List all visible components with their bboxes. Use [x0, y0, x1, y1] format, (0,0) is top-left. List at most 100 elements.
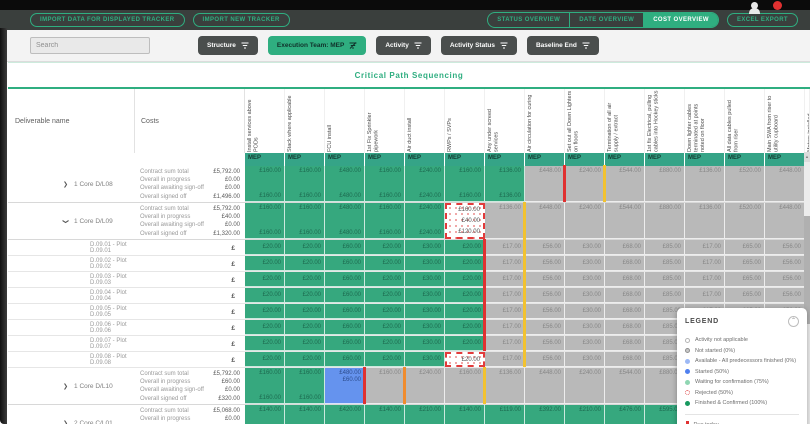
activity-cell-done[interactable]: £20.00 [445, 256, 485, 271]
activity-cell-not[interactable]: £56.00 [765, 256, 805, 271]
activity-cell-not[interactable]: £136.00 [485, 368, 525, 404]
activity-cell-done[interactable]: £30.00 [405, 336, 445, 351]
activity-cell-done[interactable]: £20.00 [365, 304, 405, 319]
activity-cell-done[interactable]: £30.00 [405, 240, 445, 255]
activity-cell-done[interactable]: £210.00 [405, 405, 445, 424]
activity-cell-done[interactable]: £20.00 [365, 272, 405, 287]
activity-cell-done[interactable]: £160.00£160.00 [365, 166, 405, 202]
filter-structure[interactable]: Structure [198, 36, 258, 55]
activity-cell-not[interactable]: £56.00 [525, 304, 565, 319]
activity-cell-not[interactable]: £880.00 [645, 203, 685, 239]
activity-cell-not[interactable]: £56.00 [525, 240, 565, 255]
filter-execution-team-mep[interactable]: Execution Team: MEP [268, 36, 366, 55]
activity-cell-done[interactable]: £136.00£136.00 [485, 166, 525, 202]
expand-chevron-icon[interactable]: ❯ [63, 383, 68, 390]
activity-cell-done[interactable]: £20.00 [445, 320, 485, 335]
activity-cell-not[interactable]: £880.00 [645, 166, 685, 202]
activity-cell-not[interactable]: £17.00 [685, 288, 725, 303]
activity-cell-done[interactable]: £480.00£480.00 [325, 166, 365, 202]
activity-cell-not[interactable]: £68.00 [605, 336, 645, 351]
activity-cell-not[interactable]: £85.00 [645, 256, 685, 271]
activity-cell-done[interactable]: £160.00£160.00 [285, 203, 325, 239]
activity-cell-not[interactable]: £544.00 [605, 166, 645, 202]
activity-cell-done[interactable]: £20.00 [245, 240, 285, 255]
activity-cell-not[interactable]: £68.00 [605, 304, 645, 319]
activity-cell-not[interactable]: £65.00 [725, 288, 765, 303]
activity-cell-done[interactable]: £60.00 [325, 320, 365, 335]
activity-cell-not[interactable]: £30.00 [565, 240, 605, 255]
activity-cell-started[interactable]: £480.00£60.00 [325, 368, 365, 404]
collapse-chevron-icon[interactable]: ❯ [62, 218, 69, 223]
activity-cell-done[interactable]: £20.00 [245, 304, 285, 319]
activity-cell-done[interactable]: £140.00 [365, 405, 405, 424]
activity-cell-not[interactable]: £68.00 [605, 240, 645, 255]
activity-cell-done[interactable]: £480.00£480.00 [325, 203, 365, 239]
activity-cell-done[interactable]: £160.00£160.00 [285, 166, 325, 202]
excel-export-button[interactable]: EXCEL EXPORT [727, 13, 798, 27]
activity-cell-not[interactable]: £160.00 [445, 368, 485, 404]
expand-chevron-icon[interactable]: ❯ [63, 181, 68, 188]
activity-cell-done[interactable]: £60.00 [325, 256, 365, 271]
activity-cell-done[interactable]: £20.00 [285, 256, 325, 271]
view-tab-cost-overview[interactable]: COST OVERVIEW [644, 13, 718, 27]
view-tab-date-overview[interactable]: DATE OVERVIEW [570, 13, 644, 27]
notification-badge[interactable] [773, 1, 782, 10]
scrollbar-thumb[interactable] [804, 216, 810, 324]
activity-cell-not[interactable]: £56.00 [525, 288, 565, 303]
activity-cell-done[interactable]: £20.00 [365, 288, 405, 303]
activity-cell-done[interactable]: £20.00 [285, 272, 325, 287]
activity-cell-done[interactable]: £20.00 [445, 336, 485, 351]
activity-cell-done[interactable]: £20.00 [245, 288, 285, 303]
activity-cell-rejected[interactable]: £20.00 [445, 352, 485, 367]
activity-cell-done[interactable]: £60.00 [325, 352, 365, 367]
activity-cell-done[interactable]: £20.00 [365, 352, 405, 367]
activity-cell-not[interactable]: £30.00 [565, 320, 605, 335]
activity-cell-not[interactable]: £240.00 [565, 203, 605, 239]
activity-cell-done[interactable]: £60.00 [325, 336, 365, 351]
import-new-tracker-button[interactable]: IMPORT NEW TRACKER [193, 13, 290, 27]
activity-cell-done[interactable]: £20.00 [245, 272, 285, 287]
import-displayed-tracker-button[interactable]: IMPORT DATA FOR DISPLAYED TRACKER [30, 13, 185, 27]
activity-cell-not[interactable]: £30.00 [565, 288, 605, 303]
activity-cell-not[interactable]: £136.00 [485, 203, 525, 239]
activity-cell-done[interactable]: £20.00 [285, 352, 325, 367]
activity-cell-done[interactable]: £240.00£240.00 [405, 166, 445, 202]
activity-cell-done[interactable]: £160.00£160.00 [245, 368, 285, 404]
activity-cell-done[interactable]: £119.00 [485, 405, 525, 424]
activity-cell-not[interactable]: £56.00 [765, 240, 805, 255]
activity-cell-not[interactable]: £136.00 [685, 166, 725, 202]
activity-cell-not[interactable]: £30.00 [565, 352, 605, 367]
activity-cell-done[interactable]: £60.00 [325, 272, 365, 287]
activity-cell-not[interactable]: £17.00 [485, 304, 525, 319]
activity-cell-done[interactable]: £20.00 [365, 256, 405, 271]
activity-cell-not[interactable]: £56.00 [765, 288, 805, 303]
filter-baseline-end[interactable]: Baseline End [527, 36, 599, 55]
user-icon[interactable] [751, 2, 758, 9]
activity-cell-done[interactable]: £30.00 [405, 320, 445, 335]
activity-cell-not[interactable]: £65.00 [725, 272, 765, 287]
activity-cell-not[interactable]: £448.00 [525, 368, 565, 404]
activity-cell-not[interactable]: £17.00 [685, 240, 725, 255]
activity-cell-not[interactable]: £17.00 [485, 352, 525, 367]
view-tab-status-overview[interactable]: STATUS OVERVIEW [488, 13, 570, 27]
legend-collapse-button[interactable]: ⌃ [788, 316, 799, 327]
activity-cell-done[interactable]: £20.00 [445, 304, 485, 319]
filter-activity[interactable]: Activity [376, 36, 430, 55]
activity-cell-done[interactable]: £420.00 [325, 405, 365, 424]
activity-cell-not[interactable]: £85.00 [645, 288, 685, 303]
activity-cell-done[interactable]: £140.00 [285, 405, 325, 424]
activity-cell-not[interactable]: £68.00 [605, 352, 645, 367]
activity-cell-done[interactable]: £20.00 [365, 336, 405, 351]
search-input[interactable] [30, 37, 150, 54]
activity-cell-not[interactable]: £17.00 [485, 320, 525, 335]
activity-cell-not[interactable]: £56.00 [525, 320, 565, 335]
activity-cell-not[interactable]: £85.00 [645, 240, 685, 255]
activity-cell-not[interactable]: £240.00 [565, 368, 605, 404]
activity-cell-done[interactable]: £30.00 [405, 352, 445, 367]
activity-cell-done[interactable]: £20.00 [285, 288, 325, 303]
scroll-up-arrow[interactable]: ▲ [804, 152, 810, 162]
activity-cell-not[interactable]: £544.00 [605, 203, 645, 239]
activity-cell-done[interactable]: £140.00 [445, 405, 485, 424]
activity-cell-done[interactable]: £20.00 [445, 288, 485, 303]
activity-cell-not[interactable]: £56.00 [525, 352, 565, 367]
